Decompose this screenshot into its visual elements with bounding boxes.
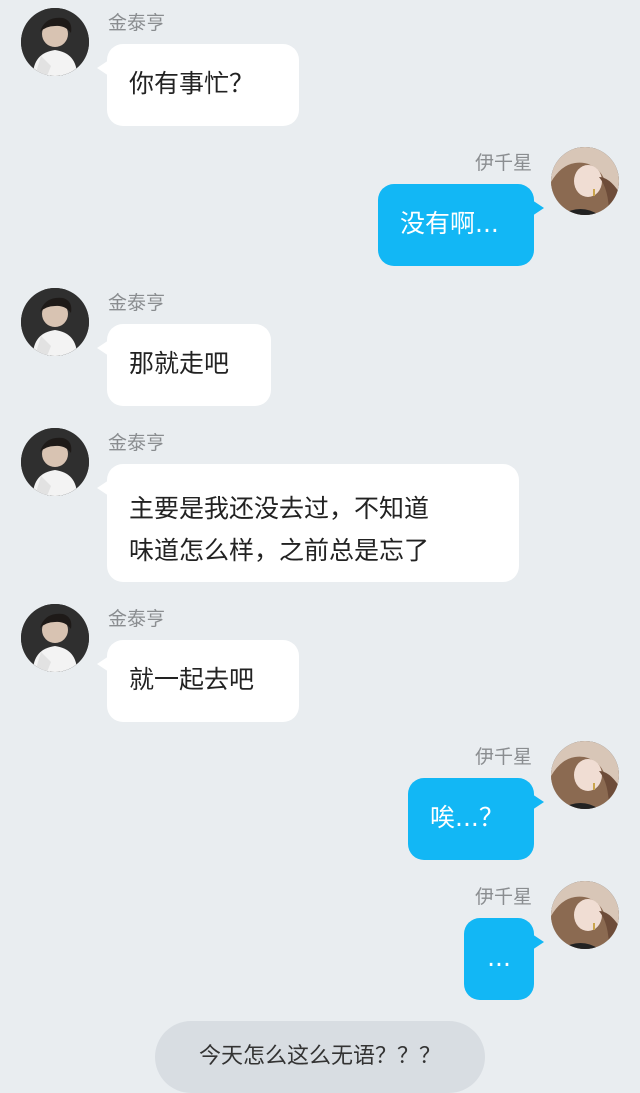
avatar-female-icon[interactable]: [551, 147, 619, 215]
message-bubble[interactable]: 没有啊...: [378, 184, 544, 266]
avatar-female-icon[interactable]: [551, 741, 619, 809]
message-text: 唉...？: [430, 803, 504, 832]
sender-name: 伊千星: [474, 886, 532, 908]
sender-name: 金泰亨: [108, 292, 166, 314]
message-row: 金泰亨 那就走吧: [0, 280, 640, 420]
avatar-female-icon[interactable]: [551, 881, 619, 949]
message-row: 伊千星 ...: [0, 874, 640, 1014]
message-bubble[interactable]: 就一起去吧: [97, 640, 299, 722]
message-text: 那就走吧: [129, 349, 230, 378]
message-text: 你有事忙？: [129, 69, 255, 98]
message-bubble[interactable]: 主要是我还没去过，不知道 味道怎么样，之前总是忘了: [97, 464, 519, 582]
avatar-male-icon[interactable]: [21, 428, 89, 496]
message-bubble[interactable]: 那就走吧: [97, 324, 271, 406]
system-message: 今天怎么这么无语？？？: [155, 1021, 485, 1093]
message-text: ...: [487, 943, 511, 972]
message-row: 金泰亨 你有事忙？: [0, 0, 640, 140]
sender-name: 金泰亨: [108, 432, 166, 454]
avatar-male-icon[interactable]: [21, 8, 89, 76]
message-text-line: 味道怎么样，之前总是忘了: [129, 536, 430, 565]
message-row: 伊千星 唉...？: [0, 734, 640, 874]
message-bubble[interactable]: 唉...？: [408, 778, 544, 860]
avatar-male-icon[interactable]: [21, 604, 89, 672]
message-text: 就一起去吧: [129, 665, 255, 694]
message-bubble[interactable]: ...: [464, 918, 544, 1000]
message-row: 伊千星 没有啊...: [0, 140, 640, 280]
system-message-text: 今天怎么这么无语？？？: [198, 1044, 441, 1069]
message-bubble[interactable]: 你有事忙？: [97, 44, 299, 126]
sender-name: 伊千星: [474, 152, 532, 174]
chat-thread: 金泰亨 你有事忙？ 伊千星 没有啊... 金泰亨 那就走吧 金泰亨 主要是我还没…: [0, 0, 640, 1093]
message-row: 金泰亨 主要是我还没去过，不知道 味道怎么样，之前总是忘了: [0, 420, 640, 595]
message-text: 没有啊...: [400, 209, 499, 238]
sender-name: 金泰亨: [108, 608, 166, 630]
sender-name: 伊千星: [474, 746, 532, 768]
avatar-male-icon[interactable]: [21, 288, 89, 356]
message-row: 金泰亨 就一起去吧: [0, 596, 640, 736]
sender-name: 金泰亨: [108, 12, 166, 34]
message-text-line: 主要是我还没去过，不知道: [129, 494, 430, 523]
